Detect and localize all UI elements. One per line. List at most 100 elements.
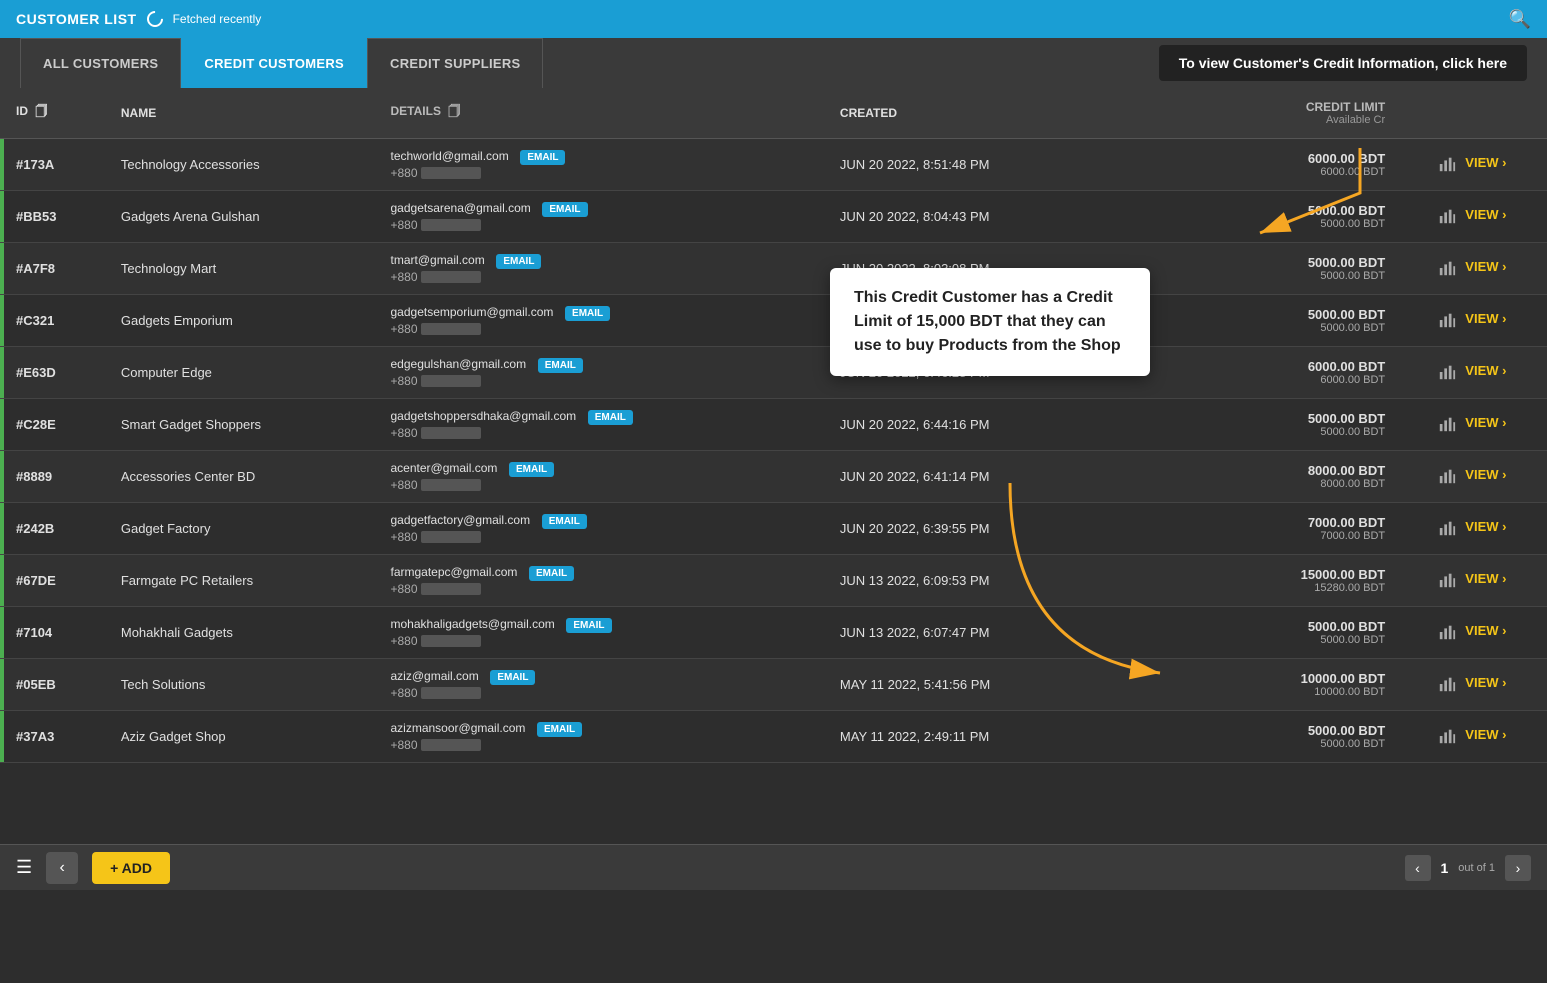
search-icon[interactable]: 🔍 [1509, 9, 1531, 30]
customer-email: gadgetfactory@gmail.com [391, 513, 531, 527]
email-badge: EMAIL [565, 306, 610, 321]
customer-credit: 6000.00 BDT 6000.00 BDT [1128, 346, 1398, 398]
customer-id: #242B [4, 502, 109, 554]
view-button[interactable]: VIEW › [1465, 519, 1506, 534]
chart-icon[interactable] [1438, 415, 1456, 433]
customer-credit: 5000.00 BDT 5000.00 BDT [1128, 294, 1398, 346]
table-row: #7104 Mohakhali Gadgets mohakhaligadgets… [0, 606, 1547, 658]
view-button[interactable]: VIEW › [1465, 571, 1506, 586]
table-row: #E63D Computer Edge edgegulshan@gmail.co… [0, 346, 1547, 398]
back-button[interactable]: ‹ [46, 852, 78, 884]
credit-avail-value: 6000.00 BDT [1140, 166, 1386, 178]
customer-actions: VIEW › [1397, 294, 1547, 346]
customer-name: Tech Solutions [109, 658, 379, 710]
view-button[interactable]: VIEW › [1465, 415, 1506, 430]
table-row: #05EB Tech Solutions aziz@gmail.com EMAI… [0, 658, 1547, 710]
customer-id: #67DE [4, 554, 109, 606]
tab-credit-customers[interactable]: CREDIT CUSTOMERS [181, 38, 367, 88]
table-row: #173A Technology Accessories techworld@g… [0, 138, 1547, 190]
email-badge: EMAIL [542, 514, 587, 529]
credit-avail-value: 5000.00 BDT [1140, 738, 1386, 750]
chart-icon[interactable] [1438, 259, 1456, 277]
view-button[interactable]: VIEW › [1465, 467, 1506, 482]
tab-bar-info[interactable]: To view Customer's Credit Information, c… [1159, 45, 1527, 81]
customer-email: edgegulshan@gmail.com [391, 357, 527, 371]
fetched-text: Fetched recently [173, 12, 262, 26]
chart-icon[interactable] [1438, 207, 1456, 225]
customer-created: MAY 11 2022, 5:41:56 PM [828, 658, 1128, 710]
view-button[interactable]: VIEW › [1465, 675, 1506, 690]
customer-phone: +880 [391, 270, 481, 284]
customer-created: JUN 13 2022, 6:09:53 PM [828, 554, 1128, 606]
view-button[interactable]: VIEW › [1465, 623, 1506, 638]
table-row: #8889 Accessories Center BD acenter@gmai… [0, 450, 1547, 502]
customer-phone: +880 [391, 322, 481, 336]
customer-credit: 5000.00 BDT 5000.00 BDT [1128, 242, 1398, 294]
credit-limit-value: 6000.00 BDT [1140, 359, 1386, 374]
credit-avail-value: 5000.00 BDT [1140, 426, 1386, 438]
chart-icon[interactable] [1438, 727, 1456, 745]
view-button[interactable]: VIEW › [1465, 155, 1506, 170]
customer-actions: VIEW › [1397, 242, 1547, 294]
chart-icon[interactable] [1438, 155, 1456, 173]
view-button[interactable]: VIEW › [1465, 311, 1506, 326]
top-bar: CUSTOMER LIST Fetched recently 🔍 [0, 0, 1547, 38]
view-button[interactable]: VIEW › [1465, 363, 1506, 378]
chart-icon[interactable] [1438, 519, 1456, 537]
credit-avail-value: 5000.00 BDT [1140, 218, 1386, 230]
view-button[interactable]: VIEW › [1465, 727, 1506, 742]
customer-name: Farmgate PC Retailers [109, 554, 379, 606]
add-button[interactable]: + ADD [92, 852, 170, 884]
details-sort-icon[interactable]: 🗍 [448, 104, 460, 118]
next-page-button[interactable]: › [1505, 855, 1531, 881]
header-id: ID 🗍 [4, 88, 109, 138]
tab-all-customers[interactable]: ALL CUSTOMERS [20, 38, 181, 88]
chart-icon[interactable] [1438, 571, 1456, 589]
email-badge: EMAIL [520, 150, 565, 165]
customer-details: aziz@gmail.com EMAIL +880 [379, 658, 828, 710]
table-row: #67DE Farmgate PC Retailers farmgatepc@g… [0, 554, 1547, 606]
header-action [1397, 88, 1547, 138]
table-row: #C28E Smart Gadget Shoppers gadgetshoppe… [0, 398, 1547, 450]
customer-created: JUN 13 2022, 6:07:47 PM [828, 606, 1128, 658]
main-content: ALL CUSTOMERS CREDIT CUSTOMERS CREDIT SU… [0, 38, 1547, 809]
chart-icon[interactable] [1438, 623, 1456, 641]
credit-limit-value: 5000.00 BDT [1140, 411, 1386, 426]
customer-details: gadgetsemporium@gmail.com EMAIL +880 [379, 294, 828, 346]
credit-avail-value: 6000.00 BDT [1140, 374, 1386, 386]
hamburger-icon[interactable]: ☰ [16, 857, 32, 878]
tab-credit-suppliers[interactable]: CREDIT SUPPLIERS [367, 38, 543, 88]
customer-details: gadgetshoppersdhaka@gmail.com EMAIL +880 [379, 398, 828, 450]
table-row: #C321 Gadgets Emporium gadgetsemporium@g… [0, 294, 1547, 346]
customer-actions: VIEW › [1397, 502, 1547, 554]
table-header-row: ID 🗍 NAME DETAILS 🗍 CREATED CREDIT LIMIT… [0, 88, 1547, 138]
refresh-icon[interactable] [143, 8, 166, 31]
customer-phone: +880 [391, 686, 481, 700]
customer-credit: 5000.00 BDT 5000.00 BDT [1128, 190, 1398, 242]
customer-name: Technology Accessories [109, 138, 379, 190]
credit-limit-value: 7000.00 BDT [1140, 515, 1386, 530]
customer-email: azizmansoor@gmail.com [391, 721, 526, 735]
email-badge: EMAIL [529, 566, 574, 581]
top-bar-left: CUSTOMER LIST Fetched recently [16, 11, 261, 27]
header-created: CREATED [828, 88, 1128, 138]
customer-details: azizmansoor@gmail.com EMAIL +880 [379, 710, 828, 762]
page-info: out of 1 [1458, 862, 1495, 874]
chart-icon[interactable] [1438, 363, 1456, 381]
id-sort-icon[interactable]: 🗍 [35, 104, 47, 118]
chart-icon[interactable] [1438, 311, 1456, 329]
chart-icon[interactable] [1438, 675, 1456, 693]
customer-actions: VIEW › [1397, 606, 1547, 658]
customer-phone: +880 [391, 738, 481, 752]
tab-bar: ALL CUSTOMERS CREDIT CUSTOMERS CREDIT SU… [0, 38, 1547, 88]
view-button[interactable]: VIEW › [1465, 207, 1506, 222]
customer-details: gadgetfactory@gmail.com EMAIL +880 [379, 502, 828, 554]
customer-name: Gadgets Arena Gulshan [109, 190, 379, 242]
customer-id: #7104 [4, 606, 109, 658]
customer-details: techworld@gmail.com EMAIL +880 [379, 138, 828, 190]
prev-page-button[interactable]: ‹ [1405, 855, 1431, 881]
view-button[interactable]: VIEW › [1465, 259, 1506, 274]
customer-id: #A7F8 [4, 242, 109, 294]
chart-icon[interactable] [1438, 467, 1456, 485]
customer-created: JUN 20 2022, 6:39:55 PM [828, 502, 1128, 554]
